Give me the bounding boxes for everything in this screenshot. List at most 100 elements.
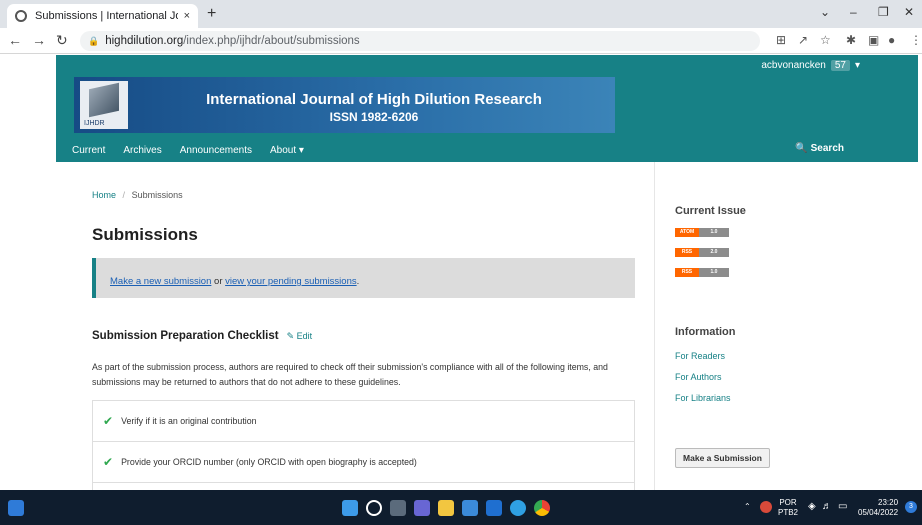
banner-issn: ISSN 1982-6206 [329, 110, 419, 124]
page-title: Submissions [92, 225, 198, 244]
forward-arrow-icon[interactable]: → [32, 32, 46, 48]
atom-feed-badge[interactable]: ATOM 1.0 [675, 228, 729, 237]
new-submission-link[interactable]: Make a new submission [110, 276, 211, 287]
notification-count-badge: 57 [830, 60, 850, 71]
chrome-browser-icon[interactable] [534, 500, 550, 516]
browser-tab[interactable]: Submissions | International Journ × [7, 4, 198, 28]
chevron-down-icon: ▾ [854, 60, 860, 71]
store-icon[interactable] [462, 500, 478, 516]
checklist-item-text: Provide your ORCID number (only ORCID wi… [121, 457, 417, 467]
feed-type: ATOM [675, 228, 699, 237]
search-label: Search [810, 143, 844, 154]
current-issue-heading: Current Issue [675, 205, 746, 217]
search-icon: 🔍 [795, 143, 808, 154]
volume-icon[interactable]: ♬ [822, 502, 832, 512]
feed-version: 2.0 [699, 248, 729, 257]
edge-browser-icon[interactable] [510, 500, 526, 516]
checklist-intro: As part of the submission process, autho… [92, 362, 608, 387]
user-menu[interactable]: acbvonancken 57 ▾ [761, 60, 860, 71]
checklist-item-text: Verify if it is an original contribution [121, 416, 257, 426]
banner-title: International Journal of High Dilution R… [206, 91, 542, 108]
back-arrow-icon[interactable]: ← [8, 32, 22, 48]
tab-close-icon[interactable]: × [184, 10, 190, 22]
clock-date: 05/04/2022 [858, 508, 899, 517]
user-name: acbvonancken [761, 60, 826, 71]
checkmark-icon: ✔ [103, 414, 114, 428]
journal-logo: IJHDR [80, 81, 128, 129]
breadcrumb-separator: / [122, 190, 126, 200]
tray-app-icon[interactable] [760, 501, 772, 513]
tab-search-chevron-icon[interactable]: ⌄ [820, 5, 830, 19]
start-windows-icon[interactable] [342, 500, 358, 516]
journal-banner[interactable]: IJHDR International Journal of High Dilu… [74, 77, 615, 133]
lock-icon[interactable]: 🔒 [88, 36, 99, 47]
tab-title: Submissions | International Journ [35, 10, 178, 22]
for-readers-link[interactable]: For Readers [675, 351, 725, 361]
for-authors-link[interactable]: For Authors [675, 372, 722, 382]
checklist-title: Submission Preparation Checklist [92, 330, 279, 342]
close-window-icon[interactable]: ✕ [904, 5, 914, 19]
mail-icon[interactable] [486, 500, 502, 516]
share-icon[interactable]: ↗ [798, 33, 808, 47]
reload-icon[interactable]: ↻ [56, 32, 68, 49]
teams-chat-icon[interactable] [414, 500, 430, 516]
checklist-heading: Submission Preparation Checklist ✎ Edit [92, 330, 312, 342]
widgets-icon[interactable] [8, 500, 24, 516]
nav-announcements[interactable]: Announcements [180, 145, 252, 156]
rss1-feed-badge[interactable]: RSS 1.0 [675, 268, 729, 277]
nav-about[interactable]: About ▾ [270, 145, 304, 156]
more-menu-icon[interactable]: ⋮ [910, 33, 922, 47]
language-indicator[interactable]: POR PTB2 [778, 498, 798, 518]
language-code: POR [779, 498, 797, 507]
extensions-puzzle-icon[interactable]: ✱ [846, 33, 856, 47]
site-header: acbvonancken 57 ▾ IJHDR International Jo… [56, 55, 918, 162]
nav-archives[interactable]: Archives [123, 145, 161, 156]
submission-notice: Make a new submission or view your pendi… [92, 258, 635, 298]
tray-chevron-icon[interactable]: ⌃ [744, 502, 751, 512]
restore-icon[interactable]: ❐ [878, 5, 889, 19]
file-explorer-icon[interactable] [438, 500, 454, 516]
notice-end: . [356, 276, 360, 287]
side-panel-icon[interactable]: ▣ [868, 33, 879, 47]
url-bar[interactable]: 🔒 highdilution.org /index.php/ijhdr/abou… [80, 31, 760, 51]
checklist: ✔ Verify if it is an original contributi… [92, 400, 635, 492]
primary-nav: Current Archives Announcements About ▾ [72, 145, 304, 156]
wifi-icon[interactable]: ◈ [808, 502, 816, 512]
notification-icon[interactable]: 3 [905, 501, 917, 513]
list-item: ✔ Verify if it is an original contributi… [93, 401, 634, 442]
notice-connector: or [211, 276, 226, 287]
cube-logo-icon [89, 82, 119, 118]
search-link[interactable]: 🔍 Search [795, 143, 844, 154]
list-item: ✔ Provide your ORCID number (only ORCID … [93, 442, 634, 483]
feed-version: 1.0 [699, 228, 729, 237]
clock[interactable]: 23:20 05/04/2022 [858, 498, 898, 518]
nav-current[interactable]: Current [72, 145, 105, 156]
profile-avatar-icon[interactable]: ● [888, 33, 895, 47]
for-librarians-link[interactable]: For Librarians [675, 393, 731, 403]
url-path: /index.php/ijhdr/about/submissions [183, 35, 360, 47]
feed-type: RSS [675, 268, 699, 277]
pencil-icon: ✎ [286, 330, 295, 341]
new-tab-button[interactable]: + [207, 5, 216, 23]
sidebar: Current Issue ATOM 1.0 RSS 2.0 RSS 1.0 I… [654, 162, 918, 490]
information-heading: Information [675, 326, 736, 338]
address-toolbar: ← → ↻ 🔒 highdilution.org /index.php/ijhd… [0, 28, 922, 54]
minimize-icon[interactable]: – [850, 5, 857, 19]
translate-icon[interactable]: ⊞ [776, 33, 786, 47]
edit-label: Edit [296, 330, 313, 341]
breadcrumb-current: Submissions [131, 190, 183, 200]
task-view-icon[interactable] [390, 500, 406, 516]
logo-label: IJHDR [84, 120, 105, 127]
feed-version: 1.0 [699, 268, 729, 277]
keyboard-layout: PTB2 [778, 508, 799, 517]
bookmark-star-icon[interactable]: ☆ [820, 33, 831, 47]
pending-submissions-link[interactable]: view your pending submissions [225, 276, 356, 287]
battery-icon[interactable]: ▭ [838, 502, 847, 512]
rss2-feed-badge[interactable]: RSS 2.0 [675, 248, 729, 257]
breadcrumb: Home / Submissions [92, 190, 183, 200]
clock-time: 23:20 [878, 498, 899, 507]
edit-checklist-link[interactable]: ✎ Edit [287, 331, 313, 342]
make-submission-button[interactable]: Make a Submission [675, 448, 770, 468]
breadcrumb-home[interactable]: Home [92, 190, 116, 200]
search-icon[interactable] [366, 500, 382, 516]
